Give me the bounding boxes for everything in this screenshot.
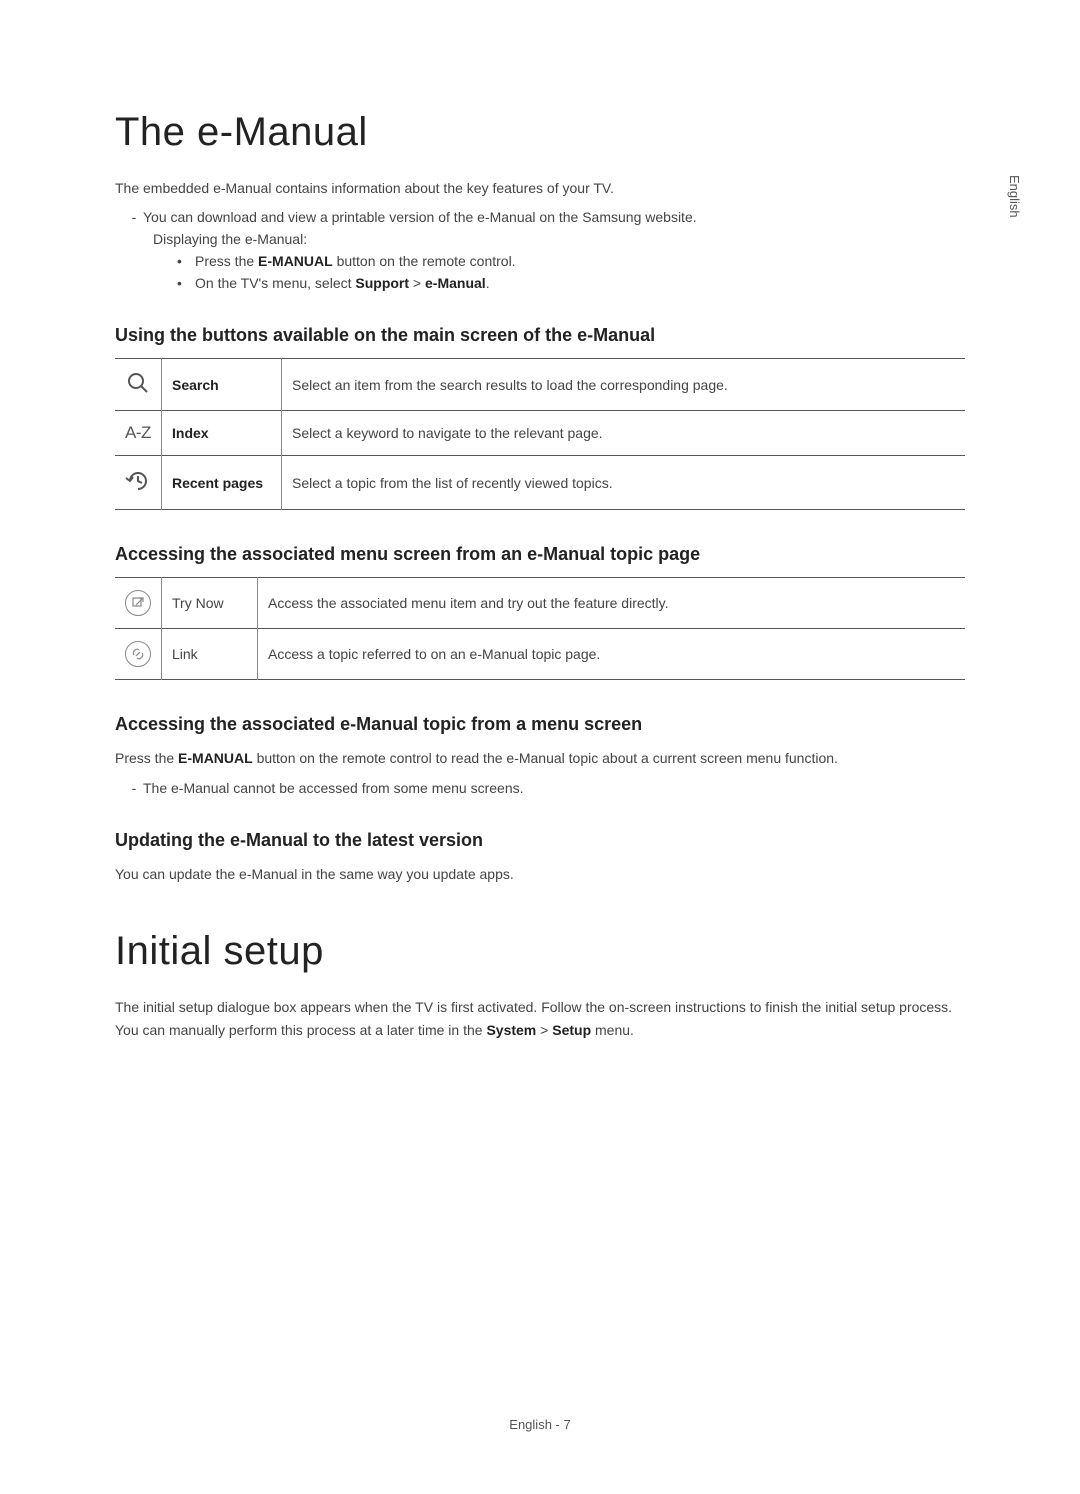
bullet-list: Press the E-MANUAL button on the remote … bbox=[177, 253, 965, 291]
cell-desc: Select a keyword to navigate to the rele… bbox=[282, 411, 966, 456]
dash-list: You can download and view a printable ve… bbox=[125, 209, 965, 291]
subheading-using-buttons: Using the buttons available on the main … bbox=[115, 325, 965, 346]
cell-icon: A-Z bbox=[115, 411, 162, 456]
cell-label: Link bbox=[162, 629, 258, 680]
updating-text: You can update the e-Manual in the same … bbox=[115, 863, 965, 885]
t: button on the remote control to read the… bbox=[253, 750, 838, 766]
bullet-support-emanual: On the TV's menu, select Support > e-Man… bbox=[177, 275, 965, 291]
dash-list-2: The e-Manual cannot be accessed from som… bbox=[125, 780, 965, 796]
subheading-accessing-assoc: Accessing the associated menu screen fro… bbox=[115, 544, 965, 565]
search-icon bbox=[126, 371, 150, 398]
cell-desc: Access the associated menu item and try … bbox=[258, 578, 966, 629]
subheading-accessing-from-menu: Accessing the associated e-Manual topic … bbox=[115, 714, 965, 735]
t: Press the bbox=[115, 750, 178, 766]
t: . bbox=[486, 275, 490, 291]
table-row: A-Z Index Select a keyword to navigate t… bbox=[115, 411, 965, 456]
bullet-text: Press the E-MANUAL button on the remote … bbox=[195, 253, 516, 269]
table-row: Recent pages Select a topic from the lis… bbox=[115, 456, 965, 510]
t: button on the remote control. bbox=[333, 253, 516, 269]
initial-setup-text: The initial setup dialogue box appears w… bbox=[115, 996, 965, 1041]
dash-item-download: You can download and view a printable ve… bbox=[125, 209, 965, 225]
recent-icon bbox=[125, 468, 151, 497]
cell-label: Try Now bbox=[162, 578, 258, 629]
menu-screen-text: Press the E-MANUAL button on the remote … bbox=[115, 747, 965, 769]
cell-icon bbox=[115, 578, 162, 629]
table-topic-actions: Try Now Access the associated menu item … bbox=[115, 577, 965, 680]
cell-icon bbox=[115, 359, 162, 411]
side-language-label: English bbox=[1007, 175, 1022, 218]
table-row: Search Select an item from the search re… bbox=[115, 359, 965, 411]
intro-text: The embedded e-Manual contains informati… bbox=[115, 177, 965, 199]
cell-label: Search bbox=[162, 359, 282, 411]
cell-icon bbox=[115, 456, 162, 510]
bold-emanual3: E-MANUAL bbox=[178, 750, 253, 766]
cell-desc: Select an item from the search results t… bbox=[282, 359, 966, 411]
try-now-icon bbox=[125, 590, 151, 616]
link-icon bbox=[125, 641, 151, 667]
bold-emanual: E-MANUAL bbox=[258, 253, 333, 269]
subheading-updating: Updating the e-Manual to the latest vers… bbox=[115, 830, 965, 851]
cell-label: Recent pages bbox=[162, 456, 282, 510]
bullet-text: On the TV's menu, select Support > e-Man… bbox=[195, 275, 490, 291]
bold-setup: Setup bbox=[552, 1022, 591, 1038]
dash-text: You can download and view a printable ve… bbox=[143, 209, 697, 225]
dash-text: The e-Manual cannot be accessed from som… bbox=[143, 780, 524, 796]
bold-system: System bbox=[486, 1022, 536, 1038]
dash-item-cannot-access: The e-Manual cannot be accessed from som… bbox=[125, 780, 965, 796]
heading-e-manual: The e-Manual bbox=[115, 110, 965, 155]
t: Press the bbox=[195, 253, 258, 269]
cell-icon bbox=[115, 629, 162, 680]
table-row: Link Access a topic referred to on an e-… bbox=[115, 629, 965, 680]
page: English The e-Manual The embedded e-Manu… bbox=[0, 0, 1080, 1494]
bold-emanual2: e-Manual bbox=[425, 275, 486, 291]
cell-desc: Select a topic from the list of recently… bbox=[282, 456, 966, 510]
t: menu. bbox=[591, 1022, 634, 1038]
table-main-buttons: Search Select an item from the search re… bbox=[115, 358, 965, 510]
az-icon: A-Z bbox=[125, 423, 151, 442]
heading-initial-setup: Initial setup bbox=[115, 929, 965, 974]
bullet-press-emanual: Press the E-MANUAL button on the remote … bbox=[177, 253, 965, 269]
t: > bbox=[536, 1022, 552, 1038]
t: On the TV's menu, select bbox=[195, 275, 355, 291]
cell-desc: Access a topic referred to on an e-Manua… bbox=[258, 629, 966, 680]
cell-label: Index bbox=[162, 411, 282, 456]
table-row: Try Now Access the associated menu item … bbox=[115, 578, 965, 629]
page-number: English - 7 bbox=[0, 1417, 1080, 1432]
bold-support: Support bbox=[355, 275, 409, 291]
sub-displaying: Displaying the e-Manual: bbox=[153, 231, 965, 247]
t: > bbox=[409, 275, 425, 291]
